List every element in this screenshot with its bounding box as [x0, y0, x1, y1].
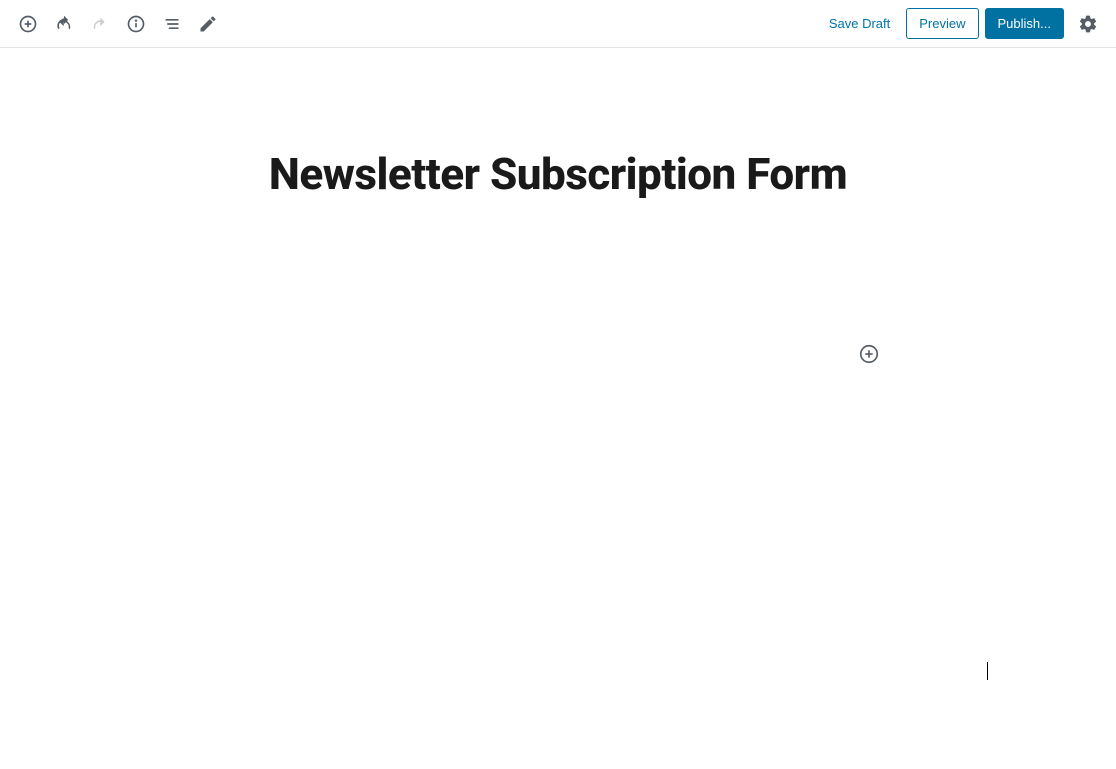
post-title[interactable]: Newsletter Subscription Form — [0, 148, 1116, 201]
info-icon — [126, 14, 146, 34]
gear-icon — [1078, 14, 1098, 34]
list-icon — [162, 14, 182, 34]
undo-button[interactable] — [46, 6, 82, 42]
redo-icon — [90, 14, 110, 34]
block-navigation-button[interactable] — [154, 6, 190, 42]
plus-circle-icon — [18, 14, 38, 34]
inline-add-block-button[interactable] — [858, 343, 880, 365]
info-button[interactable] — [118, 6, 154, 42]
text-cursor-icon — [987, 662, 988, 680]
editor-toolbar: Save Draft Preview Publish... — [0, 0, 1116, 48]
redo-button — [82, 6, 118, 42]
edit-button[interactable] — [190, 6, 226, 42]
toolbar-right-group: Save Draft Preview Publish... — [819, 6, 1106, 42]
plus-circle-icon — [858, 343, 880, 365]
publish-button[interactable]: Publish... — [985, 8, 1064, 39]
pencil-icon — [198, 14, 218, 34]
add-block-button[interactable] — [10, 6, 46, 42]
editor-content-area[interactable]: Newsletter Subscription Form — [0, 48, 1116, 201]
preview-button[interactable]: Preview — [906, 8, 978, 39]
settings-button[interactable] — [1070, 6, 1106, 42]
toolbar-left-group — [10, 6, 226, 42]
save-draft-button[interactable]: Save Draft — [819, 10, 900, 37]
undo-icon — [54, 14, 74, 34]
